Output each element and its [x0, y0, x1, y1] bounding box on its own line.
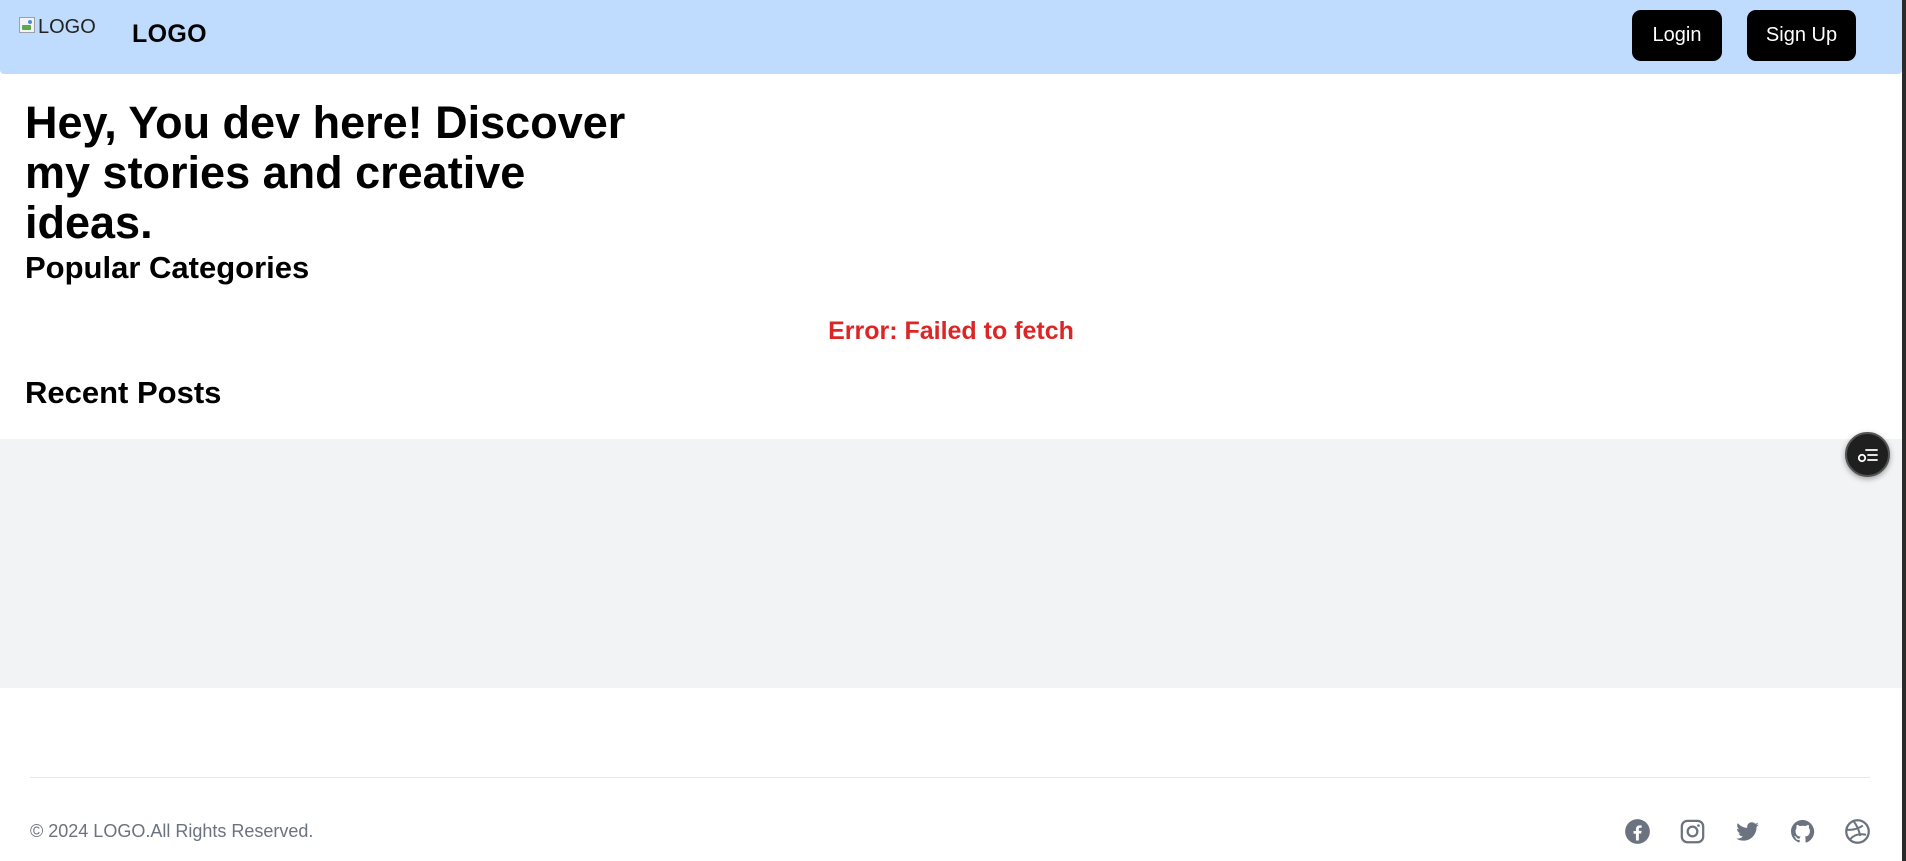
hero-heading: Hey, You dev here! Discover my stories a… [25, 98, 665, 248]
logo-alt-text: LOGO [38, 16, 96, 38]
github-link[interactable] [1789, 818, 1816, 845]
twitter-link[interactable] [1734, 818, 1761, 845]
popular-categories-title: Popular Categories [25, 250, 310, 285]
facebook-link[interactable] [1624, 818, 1651, 845]
logo-text[interactable]: LOGO [132, 20, 207, 49]
signup-button[interactable]: Sign Up [1747, 10, 1856, 61]
error-message: Error: Failed to fetch [828, 317, 1074, 345]
dribbble-icon [1845, 819, 1870, 844]
instagram-link[interactable] [1679, 818, 1706, 845]
instagram-icon [1680, 819, 1705, 844]
logo-image-broken: LOGO [19, 14, 111, 40]
logo-link[interactable]: LOGO LOGO [19, 14, 207, 49]
navbar: LOGO LOGO Login Sign Up [0, 0, 1902, 74]
floating-menu-button[interactable] [1845, 432, 1890, 477]
social-links [1624, 818, 1871, 845]
hero-bold-text: Hey, You dev here! [25, 97, 423, 148]
broken-image-icon [19, 17, 35, 33]
login-button[interactable]: Login [1632, 10, 1722, 61]
footer-divider [30, 777, 1870, 778]
twitter-icon [1736, 822, 1759, 841]
recent-posts-title: Recent Posts [25, 375, 222, 410]
dribbble-link[interactable] [1844, 818, 1871, 845]
facebook-icon [1625, 819, 1650, 844]
github-icon [1791, 820, 1815, 843]
recent-posts-container [0, 439, 1902, 688]
footer-copyright: © 2024 LOGO.All Rights Reserved. [30, 821, 314, 841]
menu-toggle-icon [1857, 448, 1878, 462]
window-edge [1902, 0, 1906, 861]
